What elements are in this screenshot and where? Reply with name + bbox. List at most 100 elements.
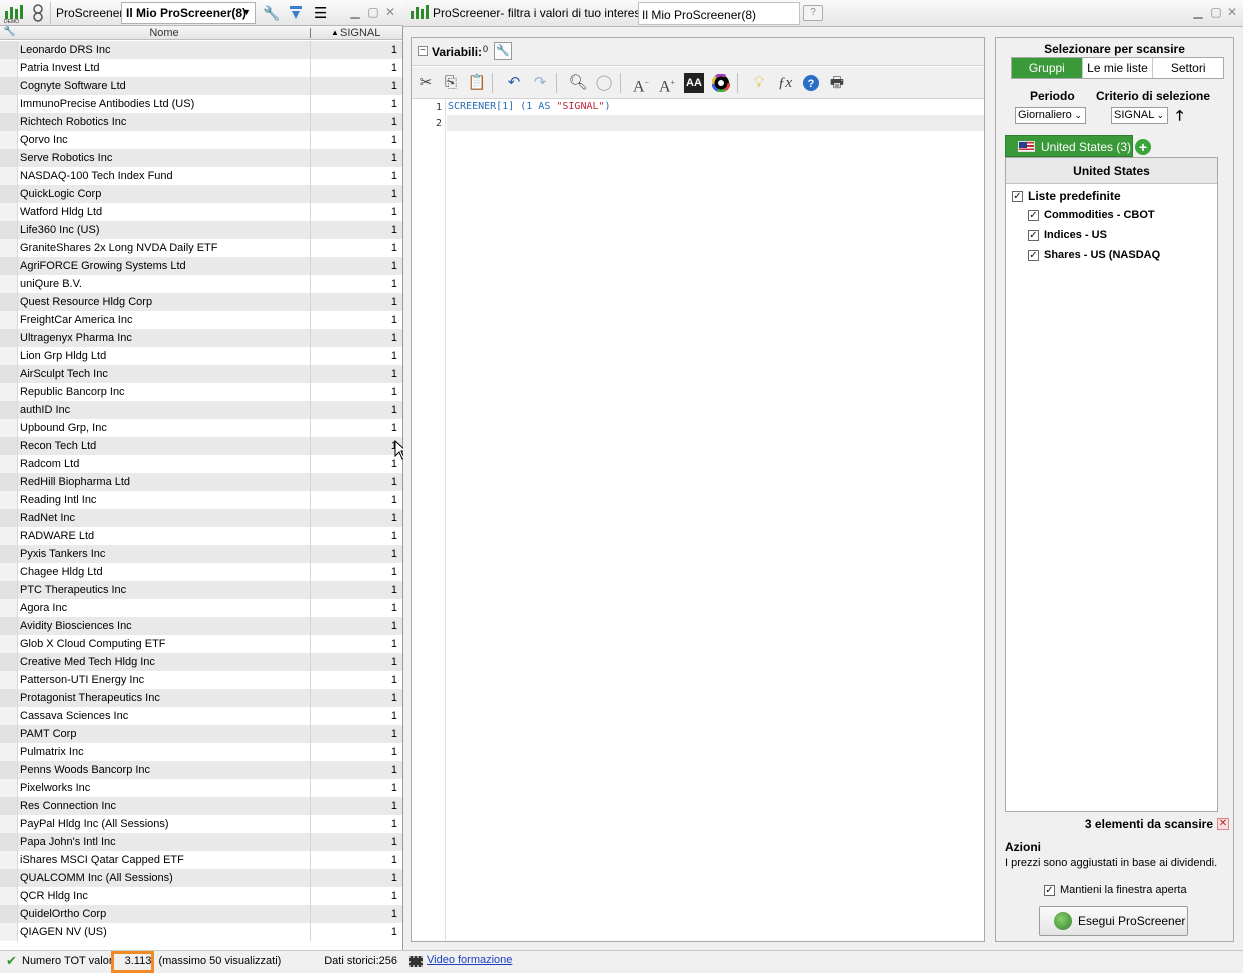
wrench-icon[interactable]: 🔧 <box>263 2 283 24</box>
table-row[interactable]: Protagonist Therapeutics Inc 1 <box>0 689 402 707</box>
table-row[interactable]: Pulmatrix Inc 1 <box>0 743 402 761</box>
table-row[interactable]: Watford Hldg Ltd 1 <box>0 203 402 221</box>
table-row[interactable]: Richtech Robotics Inc 1 <box>0 113 402 131</box>
periodo-select[interactable]: Giornaliero ⌄ <box>1015 107 1086 124</box>
clear-selection-icon[interactable]: ✕ <box>1217 818 1229 830</box>
checkbox-checked[interactable]: ✓ <box>1012 190 1023 202</box>
table-row[interactable]: Pyxis Tankers Inc 1 <box>0 545 402 563</box>
table-row[interactable]: PAMT Corp 1 <box>0 725 402 743</box>
table-row[interactable]: iShares MSCI Qatar Capped ETF 1 <box>0 851 402 869</box>
color-wheel-icon[interactable] <box>710 73 732 93</box>
column-header-name[interactable]: Nome <box>18 26 310 40</box>
table-row[interactable]: Patterson-UTI Energy Inc 1 <box>0 671 402 689</box>
close-icon[interactable]: ✕ <box>383 5 397 19</box>
table-row[interactable]: RedHill Biopharma Ltd 1 <box>0 473 402 491</box>
editor-tab[interactable]: Il Mio ProScreener(8) <box>638 2 800 25</box>
tree-item-shares[interactable]: ✓ Shares - US (NASDAQ <box>1028 249 1160 261</box>
table-row[interactable]: Penns Woods Bancorp Inc 1 <box>0 761 402 779</box>
table-row[interactable]: QCR Hldg Inc 1 <box>0 887 402 905</box>
minimize-icon[interactable]: ▁ <box>348 5 362 19</box>
table-row[interactable]: Upbound Grp, Inc 1 <box>0 419 402 437</box>
maximize-icon[interactable]: ▢ <box>1209 5 1223 19</box>
table-row[interactable]: GraniteShares 2x Long NVDA Daily ETF 1 <box>0 239 402 257</box>
table-row[interactable]: PayPal Hldg Inc (All Sessions) 1 <box>0 815 402 833</box>
checkbox-checked[interactable]: ✓ <box>1028 229 1039 241</box>
minimize-icon[interactable]: ▁ <box>1191 5 1205 19</box>
table-row[interactable]: Res Connection Inc 1 <box>0 797 402 815</box>
comment-icon[interactable]: ◯ <box>593 73 615 93</box>
maximize-icon[interactable]: ▢ <box>366 5 380 19</box>
table-row[interactable]: Avidity Biosciences Inc 1 <box>0 617 402 635</box>
checkbox-checked[interactable]: ✓ <box>1028 249 1039 261</box>
copy-icon[interactable]: ⎘ <box>440 73 462 93</box>
screener-select[interactable]: Il Mio ProScreener(8) ▼ <box>121 2 256 24</box>
table-row[interactable]: Patria Invest Ltd 1 <box>0 59 402 77</box>
table-row[interactable]: Agora Inc 1 <box>0 599 402 617</box>
table-row[interactable]: QuidelOrtho Corp 1 <box>0 905 402 923</box>
table-row[interactable]: authID Inc 1 <box>0 401 402 419</box>
table-row[interactable]: uniQure B.V. 1 <box>0 275 402 293</box>
help-circle-icon[interactable]: ? <box>800 73 822 93</box>
criterio-select[interactable]: SIGNAL ⌄ <box>1111 107 1168 124</box>
run-proscreener-button[interactable]: Esegui ProScreener <box>1039 906 1188 936</box>
video-training-link[interactable]: Video formazione <box>427 954 512 966</box>
table-row[interactable]: Recon Tech Ltd 1 <box>0 437 402 455</box>
menu-icon[interactable]: ☰ <box>314 2 332 24</box>
variables-wrench-icon[interactable]: 🔧 <box>494 42 512 60</box>
table-row[interactable]: Quest Resource Hldg Corp 1 <box>0 293 402 311</box>
table-row[interactable]: QuickLogic Corp 1 <box>0 185 402 203</box>
collapse-variables-icon[interactable]: − <box>418 46 428 56</box>
table-row[interactable]: FreightCar America Inc 1 <box>0 311 402 329</box>
app-label[interactable]: ProScreener <box>50 2 130 24</box>
sort-arrow-up-icon[interactable]: 🡑 <box>1176 105 1183 129</box>
table-row[interactable]: Leonardo DRS Inc 1 <box>0 41 402 59</box>
table-row[interactable]: Cassava Sciences Inc 1 <box>0 707 402 725</box>
add-market-icon[interactable]: + <box>1135 139 1151 155</box>
help-icon[interactable]: ? <box>803 5 823 21</box>
table-row[interactable]: Papa John's Intl Inc 1 <box>0 833 402 851</box>
redo-icon[interactable]: ↷ <box>529 73 551 93</box>
increase-font-icon[interactable]: A+ <box>656 73 678 95</box>
table-row[interactable]: Glob X Cloud Computing ETF 1 <box>0 635 402 653</box>
tree-item-liste-predefinite[interactable]: ✓ Liste predefinite <box>1012 189 1121 203</box>
table-row[interactable]: RADWARE Ltd 1 <box>0 527 402 545</box>
table-row[interactable]: QIAGEN NV (US) 1 <box>0 923 402 941</box>
table-row[interactable]: Radcom Ltd 1 <box>0 455 402 473</box>
table-row[interactable]: Cognyte Software Ltd 1 <box>0 77 402 95</box>
tree-item-indices[interactable]: ✓ Indices - US <box>1028 229 1107 241</box>
table-row[interactable]: Ultragenyx Pharma Inc 1 <box>0 329 402 347</box>
column-divider[interactable] <box>310 28 311 38</box>
table-row[interactable]: Serve Robotics Inc 1 <box>0 149 402 167</box>
close-icon[interactable]: ✕ <box>1225 5 1239 19</box>
segment-gruppi[interactable]: Gruppi <box>1012 58 1083 78</box>
column-header-signal[interactable]: SIGNAL <box>340 26 400 40</box>
table-row[interactable]: AgriFORCE Growing Systems Ltd 1 <box>0 257 402 275</box>
table-row[interactable]: Pixelworks Inc 1 <box>0 779 402 797</box>
table-row[interactable]: Republic Bancorp Inc 1 <box>0 383 402 401</box>
undo-icon[interactable]: ↶ <box>503 73 525 93</box>
cut-icon[interactable]: ✂ <box>415 73 437 93</box>
search-icon[interactable]: 🔍︎ <box>567 73 589 93</box>
function-icon[interactable]: ƒx <box>774 73 796 93</box>
table-row[interactable]: AirSculpt Tech Inc 1 <box>0 365 402 383</box>
table-row[interactable]: Qorvo Inc 1 <box>0 131 402 149</box>
code-line-1[interactable]: SCREENER[1] (1 AS "SIGNAL") <box>448 101 611 112</box>
table-row[interactable]: Creative Med Tech Hldg Inc 1 <box>0 653 402 671</box>
table-row[interactable]: Life360 Inc (US) 1 <box>0 221 402 239</box>
table-row[interactable]: Lion Grp Hldg Ltd 1 <box>0 347 402 365</box>
settings-wrench-icon[interactable]: 🔧 <box>3 26 15 37</box>
tree-item-commodities[interactable]: ✓ Commodities - CBOT <box>1028 209 1155 221</box>
link-chain-icon[interactable] <box>31 2 49 24</box>
filter-down-icon[interactable] <box>288 2 308 24</box>
market-tab-united-states[interactable]: United States (3) <box>1005 135 1133 157</box>
table-row[interactable]: ImmunoPrecise Antibodies Ltd (US) 1 <box>0 95 402 113</box>
table-row[interactable]: QUALCOMM Inc (All Sessions) 1 <box>0 869 402 887</box>
checkbox-checked[interactable]: ✓ <box>1044 884 1055 896</box>
checkbox-checked[interactable]: ✓ <box>1028 209 1039 221</box>
lightbulb-icon[interactable]: 💡︎ <box>748 73 770 93</box>
keep-window-open-option[interactable]: ✓ Mantieni la finestra aperta <box>1044 884 1187 896</box>
table-row[interactable]: NASDAQ-100 Tech Index Fund 1 <box>0 167 402 185</box>
table-row[interactable]: Reading Intl Inc 1 <box>0 491 402 509</box>
segment-le-mie-liste[interactable]: Le mie liste <box>1083 58 1154 78</box>
table-row[interactable]: RadNet Inc 1 <box>0 509 402 527</box>
